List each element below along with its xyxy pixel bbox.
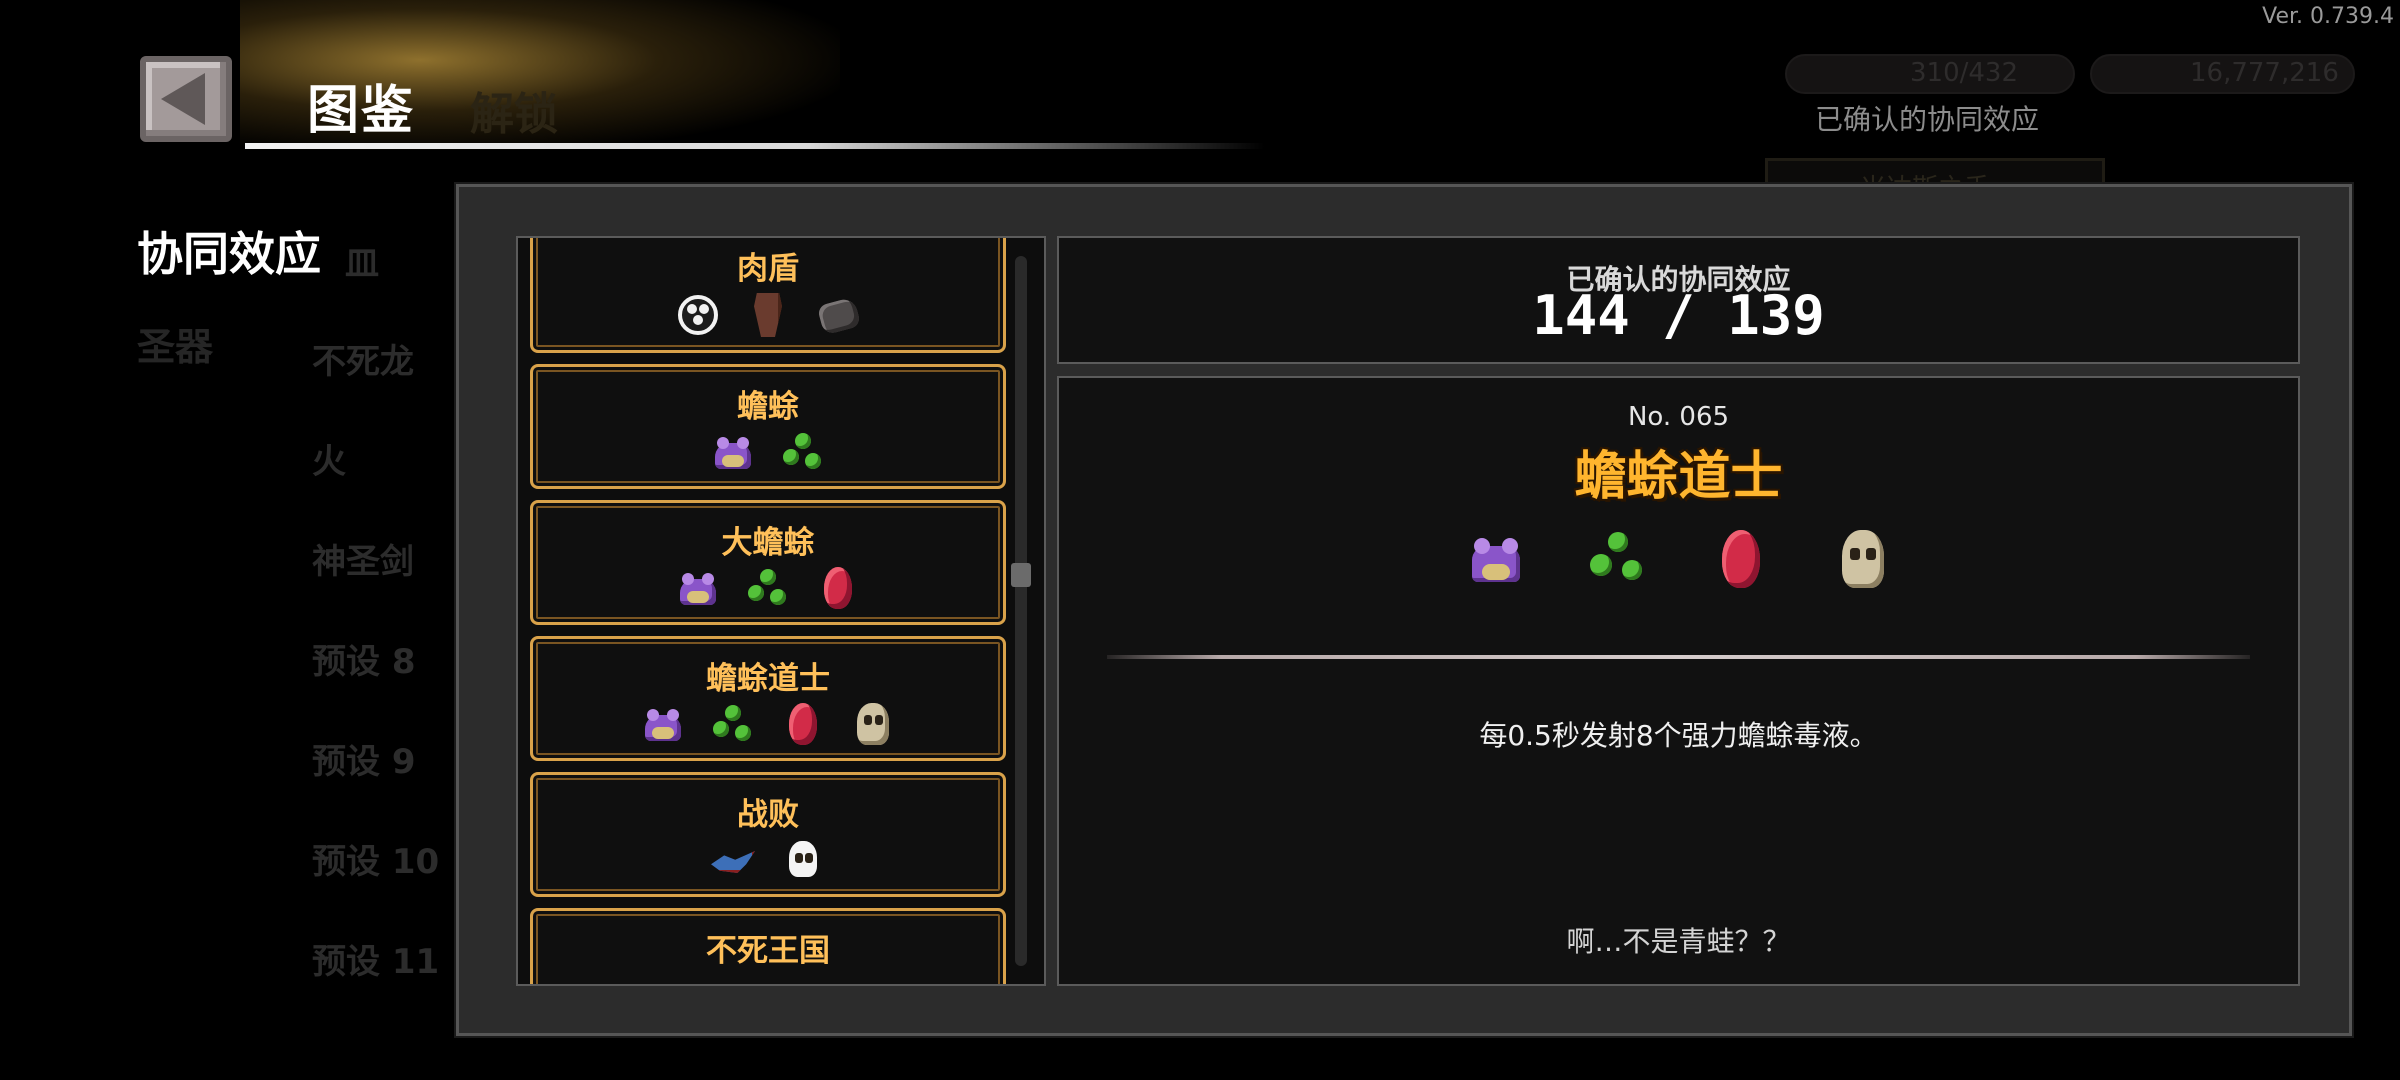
synergy-card-icons	[533, 429, 1003, 477]
synergy-card-title: 蟾蜍	[737, 389, 799, 425]
white-skull-icon	[779, 837, 827, 885]
skull-icon	[849, 701, 897, 749]
background-list-item: 神圣剑	[312, 542, 414, 582]
confirmed-synergy-count: 144 / 139	[1532, 284, 1825, 347]
synergy-number: No. 065	[1627, 402, 1730, 432]
slime-icon	[709, 701, 757, 749]
synergy-card-title: 大蟾蜍	[721, 525, 815, 561]
synergy-card-icons	[533, 291, 1003, 339]
background-list-item: 预设 8	[312, 642, 416, 682]
back-button[interactable]	[140, 56, 232, 142]
background-list-item: 火	[312, 442, 346, 482]
back-arrow-icon	[161, 73, 205, 125]
synergy-card-title: 蟾蜍道士	[706, 661, 830, 697]
background-list-item: 预设 9	[312, 742, 416, 782]
synergy-detail-icons	[1059, 528, 2298, 592]
frog-icon	[639, 701, 687, 749]
synergy-card-toad-taoist[interactable]: 蟾蜍道士	[530, 636, 1006, 761]
tab-relics[interactable]: 圣器	[137, 316, 213, 371]
synergy-card-icons	[533, 565, 1003, 613]
shield-icon	[674, 291, 722, 339]
synergy-card-icons	[533, 837, 1003, 885]
synergy-card-title: 战败	[737, 797, 799, 833]
synergy-detail-panel: No. 065 蟾蜍道士 每0.5秒发射8个强力蟾蜍毒液。 啊…不是青蛙？？	[1057, 376, 2300, 986]
red-egg-icon	[1708, 528, 1772, 592]
synergy-card-title: 肉盾	[737, 251, 799, 287]
frog-icon	[674, 565, 722, 613]
header-underline	[245, 143, 1265, 149]
confirmed-synergy-summary: 已确认的协同效应 144 / 139	[1057, 236, 2300, 364]
synergy-card-icons	[533, 701, 1003, 749]
ghost-tab-unlock: 解锁	[470, 89, 558, 140]
currency-1-value: 310/432	[1910, 58, 2019, 88]
synergy-card-undead-kingdom[interactable]: 不死王国	[530, 908, 1006, 984]
background-list-item: 预设 10	[312, 842, 440, 882]
red-egg-icon	[779, 701, 827, 749]
synergy-description: 每0.5秒发射8个强力蟾蜍毒液。	[1479, 719, 1878, 752]
currency-2-value: 16,777,216	[2190, 58, 2339, 88]
synergy-card-big-toad[interactable]: 大蟾蜍	[530, 500, 1006, 625]
frog-icon	[1464, 528, 1528, 592]
red-egg-icon	[814, 565, 862, 613]
synergy-card-defeat[interactable]: 战败	[530, 772, 1006, 897]
synergy-list-scroll[interactable]: 肉盾 蟾蜍 大蟾蜍 蟾蜍道士 战败 不死王国	[518, 238, 1018, 984]
synergy-card-title: 不死王国	[706, 933, 830, 969]
synergy-list: 肉盾 蟾蜍 大蟾蜍 蟾蜍道士 战败 不死王国	[516, 236, 1046, 986]
background-list-item: 预设 11	[312, 942, 440, 982]
cloak-icon	[744, 291, 792, 339]
background-confirmed-label: 已确认的协同效应	[1815, 103, 2040, 136]
slime-icon	[1586, 528, 1650, 592]
list-scrollbar-track[interactable]	[1015, 256, 1027, 966]
synergy-card-toad[interactable]: 蟾蜍	[530, 364, 1006, 489]
detail-divider	[1107, 655, 2250, 659]
tab-synergy[interactable]: 协同效应	[137, 218, 321, 284]
slime-icon	[779, 429, 827, 477]
frog-icon	[709, 429, 757, 477]
version-label: Ver. 0.739.4	[2262, 4, 2394, 29]
synergy-name: 蟾蜍道士	[1574, 447, 1783, 507]
dragon-icon	[709, 837, 757, 885]
background-list-item: 皿	[345, 244, 379, 284]
list-scrollbar-thumb[interactable]	[1011, 563, 1031, 587]
synergy-flavor-text: 啊…不是青蛙？？	[1566, 925, 1791, 958]
skull-icon	[1830, 528, 1894, 592]
stone-icon	[814, 291, 862, 339]
slime-icon	[744, 565, 792, 613]
page-title: 图鉴	[307, 81, 416, 141]
synergy-card-meat-shield[interactable]: 肉盾	[530, 238, 1006, 353]
background-list-item: 不死龙	[312, 342, 414, 382]
